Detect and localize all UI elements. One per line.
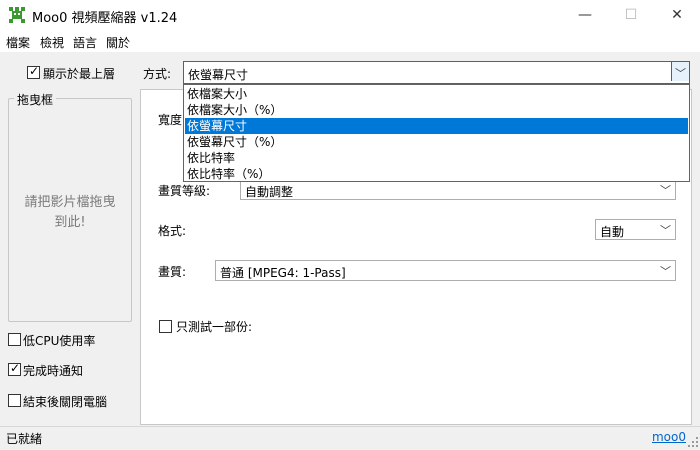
maximize-button[interactable]: ☐ (608, 0, 654, 30)
menu-file[interactable]: 檔案 (6, 34, 30, 51)
shutdown-after-checkbox[interactable] (8, 394, 21, 407)
drag-frame-title: 拖曳框 (14, 91, 57, 108)
quality-label: 畫質: (158, 265, 187, 279)
resize-grip-icon[interactable] (688, 437, 698, 447)
menu-language[interactable]: 語言 (73, 34, 97, 51)
menu-bar: 檔案 檢視 語言 關於 (0, 30, 700, 53)
method-label: 方式: (143, 67, 172, 81)
method-option[interactable]: 依檔案大小 (185, 86, 688, 102)
format-value: 自動 (600, 225, 625, 239)
method-select[interactable]: 依螢幕尺寸 ﹀ (183, 61, 690, 84)
shutdown-after-label: 結束後關閉電腦 (23, 395, 108, 409)
quality-select[interactable]: 普通 [MPEG4: 1-Pass] ﹀ (215, 260, 676, 281)
width-label: 寬度 (158, 113, 183, 127)
method-option[interactable]: 依比特率（%） (185, 166, 688, 182)
method-dropdown-list: 依檔案大小 依檔案大小（%） 依螢幕尺寸 依螢幕尺寸（%） 依比特率 依比特率（… (183, 84, 690, 182)
menu-about[interactable]: 關於 (106, 34, 130, 51)
status-bar (0, 426, 700, 450)
close-button[interactable]: ✕ (654, 0, 700, 30)
chevron-down-icon: ﹀ (675, 67, 686, 80)
moo0-link[interactable]: moo0 (652, 430, 686, 444)
quality-level-select[interactable]: 自動調整 ﹀ (240, 179, 676, 200)
always-on-top-label: 顯示於最上層 (43, 67, 116, 81)
test-part-label: 只測試一部份: (176, 320, 253, 334)
low-cpu-label: 低CPU使用率 (23, 334, 96, 348)
window-title: Moo0 視頻壓縮器 v1.24 (32, 11, 178, 26)
chevron-down-icon: ﹀ (660, 224, 671, 237)
drag-hint: 請把影片檔拖曳 到此! (16, 193, 124, 233)
always-on-top-checkbox[interactable]: ✓ (27, 64, 40, 79)
quality-level-label: 畫質等級: (158, 184, 211, 198)
drag-hint-line2: 到此! (54, 215, 86, 230)
low-cpu-checkbox[interactable] (8, 333, 21, 346)
method-option[interactable]: 依螢幕尺寸（%） (185, 134, 688, 150)
format-select[interactable]: 自動 ﹀ (595, 219, 676, 240)
method-value: 依螢幕尺寸 (188, 68, 249, 82)
method-option[interactable]: 依比特率 (185, 150, 688, 166)
check-icon: ✓ (29, 64, 40, 78)
chevron-down-icon: ﹀ (660, 184, 671, 197)
minimize-button[interactable]: — (562, 0, 608, 30)
test-part-checkbox[interactable] (159, 320, 172, 333)
status-text: 已就緒 (6, 432, 43, 446)
quality-value: 普通 [MPEG4: 1-Pass] (220, 266, 346, 280)
format-label: 格式: (158, 224, 187, 238)
menu-view[interactable]: 檢視 (40, 34, 64, 51)
moo0-icon (9, 7, 25, 23)
quality-level-value: 自動調整 (245, 185, 294, 199)
chevron-down-icon: ﹀ (660, 265, 671, 278)
method-option[interactable]: 依檔案大小（%） (185, 102, 688, 118)
drag-hint-line1: 請把影片檔拖曳 (24, 195, 116, 210)
notify-done-label: 完成時通知 (23, 364, 84, 378)
notify-done-checkbox[interactable]: ✓ (8, 361, 21, 376)
method-option-selected[interactable]: 依螢幕尺寸 (185, 118, 688, 134)
check-icon: ✓ (10, 361, 21, 375)
method-dropdown-button[interactable]: ﹀ (671, 62, 689, 81)
